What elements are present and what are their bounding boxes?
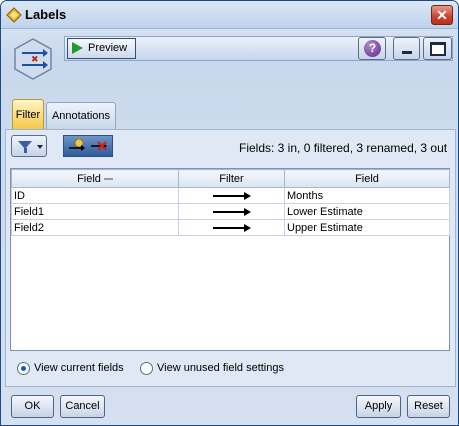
preview-button[interactable]: Preview	[67, 38, 136, 59]
field-mapping-toggle[interactable]	[63, 135, 113, 157]
help-button[interactable]: ?	[358, 37, 386, 60]
tab-filter[interactable]: Filter	[12, 99, 44, 129]
column-header-output-field[interactable]: Field	[284, 169, 450, 188]
table-row[interactable]: Field1 Lower Estimate	[11, 203, 450, 220]
play-icon	[72, 42, 83, 54]
svg-text:✖: ✖	[31, 54, 39, 64]
filter-options-button[interactable]	[11, 135, 47, 157]
cancel-button[interactable]: Cancel	[60, 395, 105, 418]
arrow-right-icon	[212, 223, 251, 232]
title-bar[interactable]: Labels ✕	[1, 1, 458, 29]
output-name-cell[interactable]: Months	[284, 187, 450, 204]
table-row[interactable]: Field2 Upper Estimate	[11, 219, 450, 236]
column-header-field[interactable]: Field	[11, 169, 179, 188]
apply-button[interactable]: Apply	[356, 395, 401, 418]
column-header-filter[interactable]: Filter	[178, 169, 285, 188]
preview-label: Preview	[88, 42, 128, 54]
field-name-cell: Field1	[11, 203, 179, 220]
arrow-right-icon	[212, 191, 251, 200]
arrow-right-icon	[212, 207, 251, 216]
pass-field-icon	[69, 139, 85, 151]
table-header-row: Field Filter Field	[11, 169, 450, 188]
fields-summary: Fields: 3 in, 0 filtered, 3 renamed, 3 o…	[239, 141, 448, 155]
reset-button[interactable]: Reset	[407, 395, 450, 418]
ok-button[interactable]: OK	[11, 395, 54, 418]
view-unused-fields-option[interactable]: View unused field settings	[140, 362, 290, 376]
maximize-button[interactable]	[423, 37, 452, 60]
filter-field-icon	[91, 141, 107, 151]
sort-icon	[103, 177, 113, 180]
filter-toggle-cell[interactable]	[178, 219, 285, 236]
help-icon: ?	[364, 40, 381, 57]
view-current-fields-option[interactable]: View current fields	[17, 362, 137, 376]
tab-annotations[interactable]: Annotations	[46, 102, 116, 129]
chevron-down-icon	[37, 145, 43, 149]
table-row[interactable]: ID Months	[11, 187, 450, 204]
filter-toggle-cell[interactable]	[178, 187, 285, 204]
view-current-radio[interactable]	[17, 362, 30, 375]
filter-toggle-cell[interactable]	[178, 203, 285, 220]
minimize-icon	[402, 51, 412, 54]
window-title: Labels	[25, 7, 67, 22]
maximize-icon	[430, 42, 446, 56]
field-table[interactable]: Field Filter Field ID Months Field1 Lowe…	[10, 168, 450, 351]
output-name-cell[interactable]: Upper Estimate	[284, 219, 450, 236]
field-name-cell: Field2	[11, 219, 179, 236]
close-button[interactable]: ✕	[431, 5, 453, 25]
view-current-label: View current fields	[34, 362, 124, 374]
output-name-cell[interactable]: Lower Estimate	[284, 203, 450, 220]
minimize-button[interactable]	[393, 37, 420, 60]
filter-node-icon: ✖	[14, 38, 52, 80]
diamond-node-icon	[6, 7, 22, 23]
view-unused-radio[interactable]	[140, 362, 153, 375]
field-name-cell: ID	[11, 187, 179, 204]
dialog-window: Labels ✕ ✖ Preview ? Filter Annotations	[0, 0, 459, 426]
view-unused-label: View unused field settings	[157, 362, 284, 374]
